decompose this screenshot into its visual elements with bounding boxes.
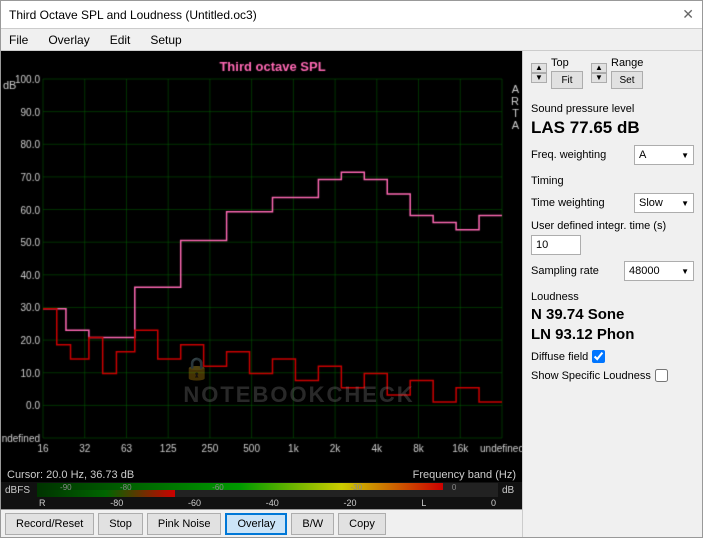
diffuse-field-checkbox[interactable] xyxy=(592,350,605,363)
show-specific-label: Show Specific Loudness xyxy=(531,370,651,382)
spl-value: LAS 77.65 dB xyxy=(531,117,694,139)
channel-l: L xyxy=(421,498,426,508)
time-weighting-arrow: ▼ xyxy=(681,199,689,208)
user-integr-input[interactable] xyxy=(531,235,581,255)
channel-ticks: R -80 -60 -40 -20 L 0 xyxy=(37,498,498,508)
freq-band-text: Frequency band (Hz) xyxy=(413,469,516,481)
loudness-value2: LN 93.12 Phon xyxy=(531,325,694,345)
main-window: Third Octave SPL and Loudness (Untitled.… xyxy=(0,0,703,538)
chart-area: 🔒 NOTEBOOKCHECK Cursor: 20.0 Hz, 36.73 d… xyxy=(1,51,522,537)
timing-section: Timing xyxy=(531,171,694,187)
top-fit-group: ▲ ▼ Top Fit xyxy=(531,57,583,89)
show-specific-checkbox[interactable] xyxy=(655,369,668,382)
range-down-button[interactable]: ▼ xyxy=(591,73,607,83)
overlay-button[interactable]: Overlay xyxy=(225,513,287,535)
window-title: Third Octave SPL and Loudness (Untitled.… xyxy=(9,8,257,22)
copy-button[interactable]: Copy xyxy=(338,513,386,535)
range-up-button[interactable]: ▲ xyxy=(591,63,607,73)
loudness-title: Loudness xyxy=(531,291,694,303)
channel-row: R -80 -60 -40 -20 L 0 xyxy=(1,498,522,509)
meter-fill-left xyxy=(37,483,443,490)
top-up-button[interactable]: ▲ xyxy=(531,63,547,73)
chart-canvas xyxy=(1,51,522,468)
freq-weighting-label: Freq. weighting xyxy=(531,149,606,161)
freq-weighting-row: Freq. weighting A ▼ xyxy=(531,145,694,165)
menu-file[interactable]: File xyxy=(5,31,32,49)
top-controls: ▲ ▼ Top Fit ▲ ▼ Range Set xyxy=(531,57,694,89)
meter-row-top: dBFS -90 -80 -60 -30 0 dB xyxy=(1,482,522,498)
stop-button[interactable]: Stop xyxy=(98,513,143,535)
meter-bar-top: -90 -80 -60 -30 0 xyxy=(37,483,498,497)
range-label: Range xyxy=(611,57,643,69)
top-spin: ▲ ▼ xyxy=(531,63,547,83)
range-spin: ▲ ▼ xyxy=(591,63,607,83)
timing-title: Timing xyxy=(531,175,694,187)
time-weighting-label: Time weighting xyxy=(531,197,605,209)
sampling-rate-dropdown[interactable]: 48000 ▼ xyxy=(624,261,694,281)
meter-fill-right xyxy=(37,490,175,497)
chart-wrapper: 🔒 NOTEBOOKCHECK xyxy=(1,51,522,468)
time-weighting-row: Time weighting Slow ▼ xyxy=(531,193,694,213)
diffuse-field-row: Diffuse field xyxy=(531,350,694,363)
meter-db-label: dB xyxy=(502,485,518,496)
meter-dbfs-label: dBFS xyxy=(5,485,33,496)
show-specific-row: Show Specific Loudness xyxy=(531,369,694,382)
main-content: 🔒 NOTEBOOKCHECK Cursor: 20.0 Hz, 36.73 d… xyxy=(1,51,702,537)
freq-weighting-arrow: ▼ xyxy=(681,151,689,160)
spl-section: Sound pressure level LAS 77.65 dB xyxy=(531,99,694,139)
menu-setup[interactable]: Setup xyxy=(146,31,185,49)
menu-overlay[interactable]: Overlay xyxy=(44,31,93,49)
user-integr-label: User defined integr. time (s) xyxy=(531,219,694,233)
cursor-text: Cursor: 20.0 Hz, 36.73 dB xyxy=(7,469,134,481)
menu-bar: File Overlay Edit Setup xyxy=(1,29,702,51)
close-button[interactable]: ✕ xyxy=(682,6,694,23)
sampling-rate-arrow: ▼ xyxy=(681,267,689,276)
top-down-button[interactable]: ▼ xyxy=(531,73,547,83)
sidebar: ▲ ▼ Top Fit ▲ ▼ Range Set xyxy=(522,51,702,537)
cursor-info-row: Cursor: 20.0 Hz, 36.73 dB Frequency band… xyxy=(1,468,522,482)
channel-r: R xyxy=(39,498,46,508)
user-integr-row: User defined integr. time (s) xyxy=(531,219,694,255)
buttons-row: Record/Reset Stop Pink Noise Overlay B/W… xyxy=(1,509,522,537)
set-button[interactable]: Set xyxy=(611,71,643,89)
pink-noise-button[interactable]: Pink Noise xyxy=(147,513,222,535)
bw-button[interactable]: B/W xyxy=(291,513,334,535)
title-bar: Third Octave SPL and Loudness (Untitled.… xyxy=(1,1,702,29)
loudness-section: Loudness N 39.74 Sone LN 93.12 Phon xyxy=(531,287,694,344)
time-weighting-dropdown[interactable]: Slow ▼ xyxy=(634,193,694,213)
spl-section-title: Sound pressure level xyxy=(531,103,694,115)
sampling-rate-row: Sampling rate 48000 ▼ xyxy=(531,261,694,281)
diffuse-field-label: Diffuse field xyxy=(531,351,588,363)
loudness-value1: N 39.74 Sone xyxy=(531,305,694,325)
menu-edit[interactable]: Edit xyxy=(106,31,135,49)
record-reset-button[interactable]: Record/Reset xyxy=(5,513,94,535)
range-set-group: ▲ ▼ Range Set xyxy=(591,57,643,89)
fit-button[interactable]: Fit xyxy=(551,71,583,89)
top-label: Top xyxy=(551,57,583,69)
freq-weighting-dropdown[interactable]: A ▼ xyxy=(634,145,694,165)
sampling-rate-label: Sampling rate xyxy=(531,265,599,277)
